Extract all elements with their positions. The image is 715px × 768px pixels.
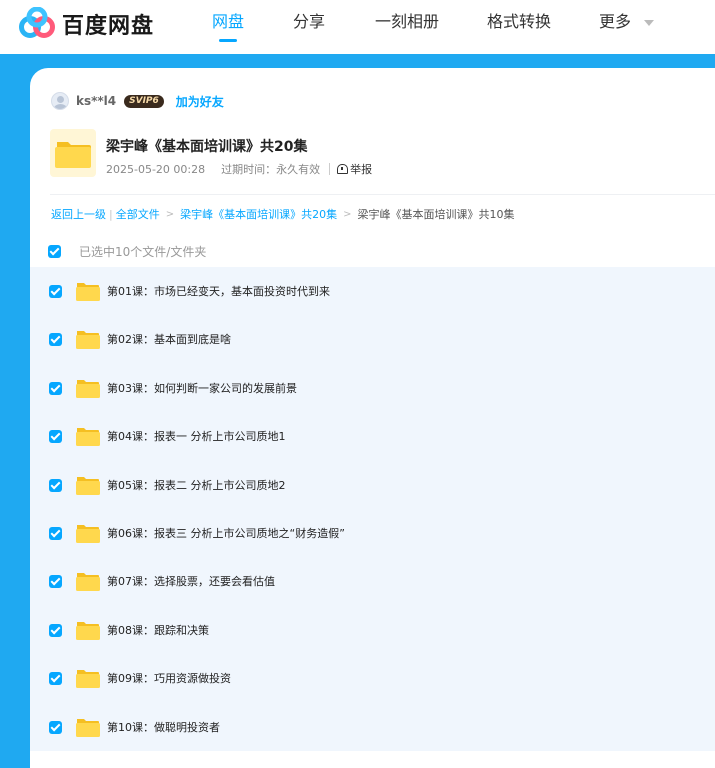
- breadcrumb-back-link[interactable]: 返回上一级: [51, 206, 106, 222]
- section-divider: [50, 194, 715, 195]
- file-name[interactable]: 第01课：市场已经变天，基本面投资时代到来: [107, 283, 330, 299]
- brand-name: 百度网盘: [62, 14, 155, 39]
- breadcrumb: 返回上一级 | 全部文件 > 梁宇峰《基本面培训课》共20集 > 梁宇峰《基本面…: [51, 206, 515, 222]
- list-item[interactable]: 第09课：巧用资源做投资: [30, 654, 715, 702]
- file-name[interactable]: 第08课：跟踪和决策: [107, 622, 209, 638]
- nav-tab-format-convert[interactable]: 格式转换: [487, 12, 551, 42]
- row-checkbox[interactable]: [49, 720, 62, 734]
- list-item[interactable]: 第04课：报表一 分析上市公司质地1: [30, 412, 715, 460]
- nav-tab-label: 格式转换: [487, 12, 552, 31]
- folder-icon: [50, 129, 96, 177]
- nav-tab-label: 分享: [293, 12, 326, 31]
- folder-icon: [76, 716, 100, 738]
- share-date: 2025-05-20 00:28: [106, 162, 206, 176]
- folder-icon: [76, 619, 100, 641]
- row-checkbox[interactable]: [49, 478, 62, 492]
- report-button[interactable]: 举报: [337, 161, 372, 177]
- file-name[interactable]: 第04课：报表一 分析上市公司质地1: [107, 428, 286, 444]
- list-item[interactable]: 第08课：跟踪和决策: [30, 606, 715, 654]
- row-checkbox[interactable]: [49, 526, 62, 540]
- nav-tab-share[interactable]: 分享: [293, 12, 325, 42]
- folder-icon: [76, 667, 100, 689]
- nav-tab-more[interactable]: 更多: [599, 12, 655, 42]
- breadcrumb-chevron-icon: >: [343, 208, 352, 220]
- share-title: 梁宇峰《基本面培训课》共20集: [106, 139, 308, 155]
- file-name[interactable]: 第10课：做聪明投资者: [107, 719, 220, 735]
- list-item[interactable]: 第02课：基本面到底是啥: [30, 315, 715, 363]
- selection-summary: 已选中10个文件/文件夹: [79, 244, 207, 259]
- active-tab-indicator: [219, 39, 237, 42]
- breadcrumb-separator: |: [109, 207, 113, 221]
- meta-divider: [329, 163, 331, 175]
- file-name[interactable]: 第03课：如何判断一家公司的发展前景: [107, 380, 297, 396]
- folder-icon: [76, 474, 100, 496]
- folder-icon: [76, 522, 100, 544]
- report-label: 举报: [350, 163, 373, 176]
- select-all-row: 已选中10个文件/文件夹: [48, 243, 206, 259]
- file-name[interactable]: 第07课：选择股票，还要会看估值: [107, 573, 275, 589]
- row-checkbox[interactable]: [49, 623, 62, 637]
- row-checkbox[interactable]: [49, 381, 62, 395]
- breadcrumb-current: 梁宇峰《基本面培训课》共10集: [357, 208, 515, 221]
- list-item[interactable]: 第06课：报表三 分析上市公司质地之“财务造假”: [30, 509, 715, 557]
- alarm-icon: [337, 164, 349, 174]
- folder-icon: [76, 570, 100, 592]
- list-item[interactable]: 第10课：做聪明投资者: [30, 703, 715, 751]
- row-checkbox[interactable]: [49, 332, 62, 346]
- brand-logo[interactable]: 百度网盘: [18, 6, 155, 41]
- list-item[interactable]: 第07课：选择股票，还要会看估值: [30, 557, 715, 605]
- select-all-checkbox[interactable]: [48, 244, 61, 258]
- file-name[interactable]: 第02课：基本面到底是啥: [107, 331, 231, 347]
- folder-icon: [76, 328, 100, 350]
- breadcrumb-all-files-link[interactable]: 全部文件: [116, 206, 160, 222]
- row-checkbox[interactable]: [49, 671, 62, 685]
- baidu-netdisk-logo-icon: [18, 6, 56, 41]
- nav-tab-label: 一刻相册: [375, 12, 440, 31]
- chevron-down-icon: [644, 19, 655, 26]
- folder-icon: [76, 425, 100, 447]
- nav-tab-label: 网盘: [212, 12, 245, 31]
- breadcrumb-parent-link[interactable]: 梁宇峰《基本面培训课》共20集: [180, 206, 337, 222]
- sharer-username[interactable]: ks**l4: [76, 94, 116, 108]
- add-friend-link[interactable]: 加为好友: [176, 93, 224, 110]
- file-name[interactable]: 第06课：报表三 分析上市公司质地之“财务造假”: [107, 525, 345, 541]
- list-item[interactable]: 第01课：市场已经变天，基本面投资时代到来: [30, 267, 715, 315]
- top-navigation-bar: 百度网盘 网盘 分享 一刻相册 格式转换 更多: [0, 0, 715, 54]
- expiry-label: 过期时间：: [221, 163, 277, 176]
- list-item[interactable]: 第03课：如何判断一家公司的发展前景: [30, 364, 715, 412]
- vip-badge: SVIP6: [124, 94, 164, 108]
- nav-tab-netdisk[interactable]: 网盘: [212, 12, 244, 42]
- row-checkbox[interactable]: [49, 429, 62, 443]
- expiry-value: 永久有效: [276, 163, 321, 176]
- row-checkbox[interactable]: [49, 284, 62, 298]
- row-checkbox[interactable]: [49, 574, 62, 588]
- file-name[interactable]: 第09课：巧用资源做投资: [107, 670, 231, 686]
- breadcrumb-chevron-icon: >: [165, 208, 175, 220]
- sharer-info: ks**l4 SVIP6 加为好友: [51, 91, 224, 111]
- file-name[interactable]: 第05课：报表二 分析上市公司质地2: [107, 477, 286, 493]
- nav-tab-label: 更多: [599, 12, 632, 31]
- folder-icon: [76, 377, 100, 399]
- avatar[interactable]: [51, 92, 69, 110]
- folder-icon: [76, 280, 100, 302]
- share-meta: 2025-05-20 00:28 过期时间： 永久有效 举报: [106, 161, 372, 177]
- list-item[interactable]: 第05课：报表二 分析上市公司质地2: [30, 461, 715, 509]
- file-list: 第01课：市场已经变天，基本面投资时代到来 第02课：基本面到底是啥 第03课：…: [30, 267, 715, 751]
- nav-tab-moment-album[interactable]: 一刻相册: [375, 12, 439, 42]
